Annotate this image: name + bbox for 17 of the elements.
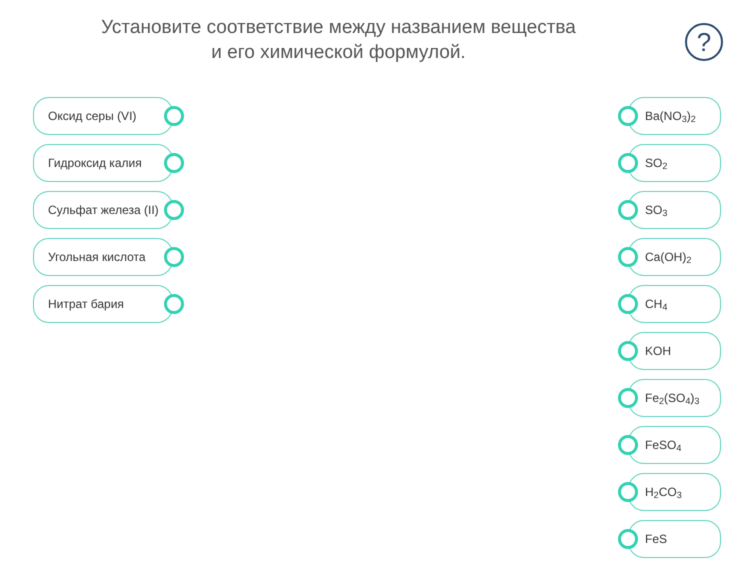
connector-handle[interactable]	[618, 341, 638, 361]
connector-handle[interactable]	[164, 106, 184, 126]
connector-handle[interactable]	[164, 153, 184, 173]
connector-handle[interactable]	[618, 482, 638, 502]
connector-handle[interactable]	[618, 388, 638, 408]
connector-handle[interactable]	[618, 200, 638, 220]
connector-handle[interactable]	[618, 435, 638, 455]
task-instruction: Установите соответствие между названием вещества и его химической формулой.	[101, 16, 576, 65]
connector-handle[interactable]	[164, 294, 184, 314]
help-button[interactable]: ?	[685, 23, 723, 61]
connector-handle[interactable]	[618, 153, 638, 173]
connector-handle[interactable]	[618, 247, 638, 267]
connector-handle[interactable]	[164, 247, 184, 267]
connector-handle[interactable]	[164, 200, 184, 220]
connector-handle[interactable]	[618, 529, 638, 549]
connector-handle[interactable]	[618, 106, 638, 126]
connector-handle[interactable]	[618, 294, 638, 314]
